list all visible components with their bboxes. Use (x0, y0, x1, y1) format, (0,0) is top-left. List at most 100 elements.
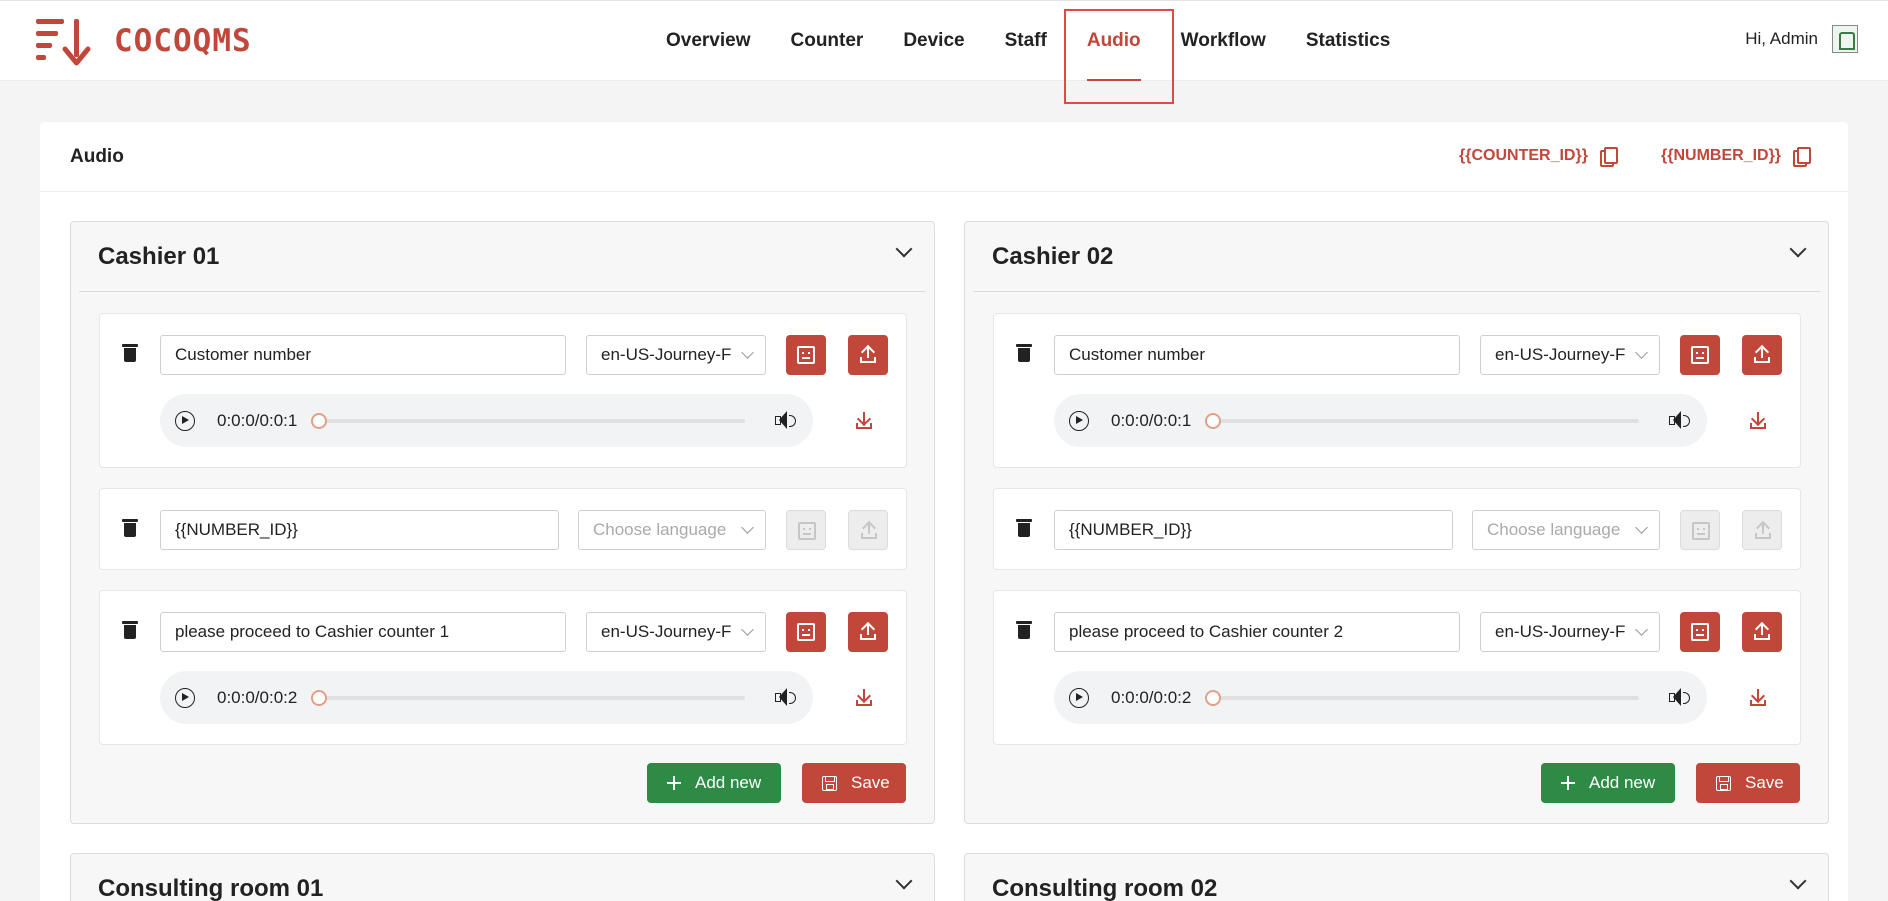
add-new-button[interactable]: Add new (1541, 763, 1675, 803)
audio-text-input[interactable] (1054, 510, 1453, 550)
play-icon[interactable] (175, 411, 195, 431)
progress-thumb[interactable] (1205, 690, 1221, 706)
chevron-down-icon[interactable] (895, 240, 913, 258)
logo[interactable]: COCOQMS (36, 17, 252, 67)
nav-staff[interactable]: Staff (1005, 1, 1047, 81)
download-icon[interactable] (1749, 411, 1767, 431)
audio-progress-bar[interactable] (1205, 690, 1639, 706)
play-icon[interactable] (1069, 411, 1089, 431)
audio-progress-bar[interactable] (311, 413, 745, 429)
upload-button[interactable] (1742, 335, 1782, 375)
number-id-variable[interactable]: {{NUMBER_ID}} (1661, 147, 1812, 167)
language-value: en-US-Journey-F (1495, 622, 1626, 641)
panel-title: Consulting room 02 (992, 875, 1218, 901)
variable-label: {{COUNTER_ID}} (1459, 147, 1588, 164)
text-to-speech-button[interactable] (1680, 510, 1720, 550)
download-icon[interactable] (855, 688, 873, 708)
audio-text-input[interactable] (1054, 335, 1460, 375)
plus-icon (667, 776, 681, 790)
audio-progress-bar[interactable] (311, 690, 745, 706)
audio-player[interactable]: 0:0:0/0:0:2 (1054, 671, 1707, 724)
upload-button[interactable] (848, 510, 888, 550)
upload-button[interactable] (848, 335, 888, 375)
audio-row: en-US-Journey-F 0:0:0/0:0:2 (99, 590, 907, 745)
text-to-speech-button[interactable] (1680, 335, 1720, 375)
chevron-down-icon (741, 521, 754, 534)
copy-icon[interactable] (1793, 147, 1812, 167)
save-icon (822, 775, 837, 791)
copy-icon[interactable] (1599, 147, 1618, 167)
panel-header[interactable]: Consulting room 01 (79, 854, 926, 901)
audio-text-input[interactable] (160, 510, 559, 550)
panel-header[interactable]: Cashier 02 (973, 222, 1820, 292)
audio-text-input[interactable] (160, 335, 566, 375)
trash-icon[interactable] (1016, 621, 1032, 639)
language-value: en-US-Journey-F (601, 345, 732, 364)
volume-icon[interactable] (1669, 688, 1691, 708)
trash-icon[interactable] (122, 519, 138, 537)
upload-icon (859, 621, 877, 642)
nav-statistics[interactable]: Statistics (1306, 1, 1390, 81)
language-select[interactable]: Choose language (1472, 510, 1660, 550)
audio-text-input[interactable] (160, 612, 566, 652)
volume-icon[interactable] (775, 411, 797, 431)
audio-player[interactable]: 0:0:0/0:0:1 (1054, 394, 1707, 447)
audio-card: Audio {{COUNTER_ID}} {{NUMBER_ID}} Cashi… (40, 122, 1848, 901)
play-icon[interactable] (175, 688, 195, 708)
upload-button[interactable] (1742, 510, 1782, 550)
upload-icon (1754, 520, 1772, 541)
robot-icon (797, 623, 815, 641)
audio-player[interactable]: 0:0:0/0:0:2 (160, 671, 813, 724)
audio-player[interactable]: 0:0:0/0:0:1 (160, 394, 813, 447)
chevron-down-icon[interactable] (1789, 240, 1807, 258)
save-button[interactable]: Save (1696, 763, 1800, 803)
text-to-speech-button[interactable] (786, 612, 826, 652)
add-new-label: Add new (695, 773, 762, 792)
upload-icon (860, 520, 878, 541)
panel-title: Cashier 02 (992, 243, 1114, 270)
nav-device[interactable]: Device (903, 1, 964, 81)
chevron-down-icon (741, 346, 754, 359)
chevron-down-icon[interactable] (895, 872, 913, 890)
save-button[interactable]: Save (802, 763, 906, 803)
user-menu[interactable]: Hi, Admin (1745, 25, 1858, 53)
trash-icon[interactable] (1016, 519, 1032, 537)
panel-header[interactable]: Consulting room 02 (973, 854, 1820, 901)
text-to-speech-button[interactable] (786, 510, 826, 550)
text-to-speech-button[interactable] (1680, 612, 1720, 652)
top-header: COCOQMS Overview Counter Device Staff Au… (0, 0, 1888, 81)
language-select[interactable]: en-US-Journey-F (1480, 612, 1660, 652)
language-select[interactable]: en-US-Journey-F (586, 612, 766, 652)
audio-text-input[interactable] (1054, 612, 1460, 652)
panel-header[interactable]: Cashier 01 (79, 222, 926, 292)
audio-progress-bar[interactable] (1205, 413, 1639, 429)
progress-thumb[interactable] (311, 413, 327, 429)
audio-time: 0:0:0/0:0:1 (1111, 411, 1192, 430)
download-icon[interactable] (1749, 688, 1767, 708)
avatar[interactable] (1832, 25, 1858, 53)
chevron-down-icon[interactable] (1789, 872, 1807, 890)
trash-icon[interactable] (1016, 344, 1032, 362)
trash-icon[interactable] (122, 344, 138, 362)
download-icon[interactable] (855, 411, 873, 431)
trash-icon[interactable] (122, 621, 138, 639)
progress-thumb[interactable] (1205, 413, 1221, 429)
volume-icon[interactable] (1669, 411, 1691, 431)
play-icon[interactable] (1069, 688, 1089, 708)
audio-time: 0:0:0/0:0:2 (1111, 688, 1192, 707)
panel-consulting-room-01: Consulting room 01 (70, 853, 935, 901)
counter-id-variable[interactable]: {{COUNTER_ID}} (1459, 147, 1618, 167)
language-select[interactable]: Choose language (578, 510, 766, 550)
language-select[interactable]: en-US-Journey-F (1480, 335, 1660, 375)
upload-button[interactable] (848, 612, 888, 652)
nav-overview[interactable]: Overview (666, 1, 751, 81)
progress-thumb[interactable] (311, 690, 327, 706)
nav-counter[interactable]: Counter (791, 1, 864, 81)
volume-icon[interactable] (775, 688, 797, 708)
upload-button[interactable] (1742, 612, 1782, 652)
add-new-button[interactable]: Add new (647, 763, 781, 803)
language-select[interactable]: en-US-Journey-F (586, 335, 766, 375)
nav-workflow[interactable]: Workflow (1181, 1, 1266, 81)
robot-icon (797, 346, 815, 364)
text-to-speech-button[interactable] (786, 335, 826, 375)
